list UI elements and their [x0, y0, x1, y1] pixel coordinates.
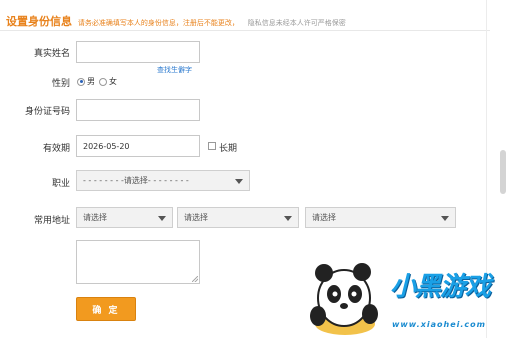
- name-label: 真实姓名: [33, 49, 70, 59]
- gender-female-label[interactable]: 女: [109, 77, 117, 86]
- panda-mascot-icon: [310, 263, 378, 335]
- occupation-value: - - - - - - - -请选择- - - - - - - -: [83, 176, 189, 185]
- chevron-down-icon: [158, 215, 166, 221]
- watermark-url: www.xiaohei.com: [392, 320, 486, 329]
- notice-tail-text: 隐私信息未经本人许可严格保密: [247, 19, 346, 27]
- chevron-down-icon: [441, 215, 449, 221]
- expiry-label: 有效期: [42, 144, 70, 154]
- scrollbar-thumb[interactable]: [500, 150, 506, 194]
- watermark-brand: 小黑游戏: [390, 272, 491, 302]
- city-select[interactable]: 请选择: [177, 207, 299, 228]
- district-select[interactable]: 请选择: [305, 207, 456, 228]
- chevron-down-icon: [284, 215, 292, 221]
- city-value: 请选择: [184, 213, 208, 222]
- header-divider: [0, 30, 490, 31]
- gender-male-label[interactable]: 男: [87, 77, 95, 86]
- id-number-input[interactable]: [76, 99, 200, 121]
- address-label: 常用地址: [33, 216, 70, 226]
- long-term-checkbox[interactable]: [208, 142, 216, 150]
- name-input[interactable]: [76, 41, 200, 63]
- gender-female-radio[interactable]: [99, 77, 107, 86]
- gender-label: 性别: [51, 79, 70, 89]
- province-select[interactable]: 请选择: [76, 207, 173, 228]
- form-header: 设置身份信息 请务必准确填写本人的身份信息，注册后不能更改， 隐私信息未经本人许…: [6, 13, 476, 29]
- page-title: 设置身份信息: [6, 15, 72, 28]
- id-number-label: 身份证号码: [24, 107, 70, 117]
- occupation-label: 职业: [51, 179, 70, 189]
- notice-text: 请务必准确填写本人的身份信息，注册后不能更改，: [77, 19, 239, 27]
- expiry-input[interactable]: 2026-05-20: [76, 135, 200, 157]
- long-term-label[interactable]: 长期: [219, 141, 237, 154]
- province-value: 请选择: [83, 213, 107, 222]
- address-detail-textarea[interactable]: [76, 240, 200, 284]
- district-value: 请选择: [312, 213, 336, 222]
- rare-char-link[interactable]: 查找生僻字: [157, 65, 192, 75]
- chevron-down-icon: [235, 178, 243, 184]
- watermark-logo: 小黑游戏 www.xiaohei.com: [300, 258, 500, 338]
- occupation-select[interactable]: - - - - - - - -请选择- - - - - - - -: [76, 170, 250, 191]
- submit-button[interactable]: 确 定: [76, 297, 136, 321]
- gender-male-radio[interactable]: [77, 77, 85, 86]
- resize-handle-icon[interactable]: [192, 276, 198, 282]
- gender-group: 男女: [77, 76, 121, 87]
